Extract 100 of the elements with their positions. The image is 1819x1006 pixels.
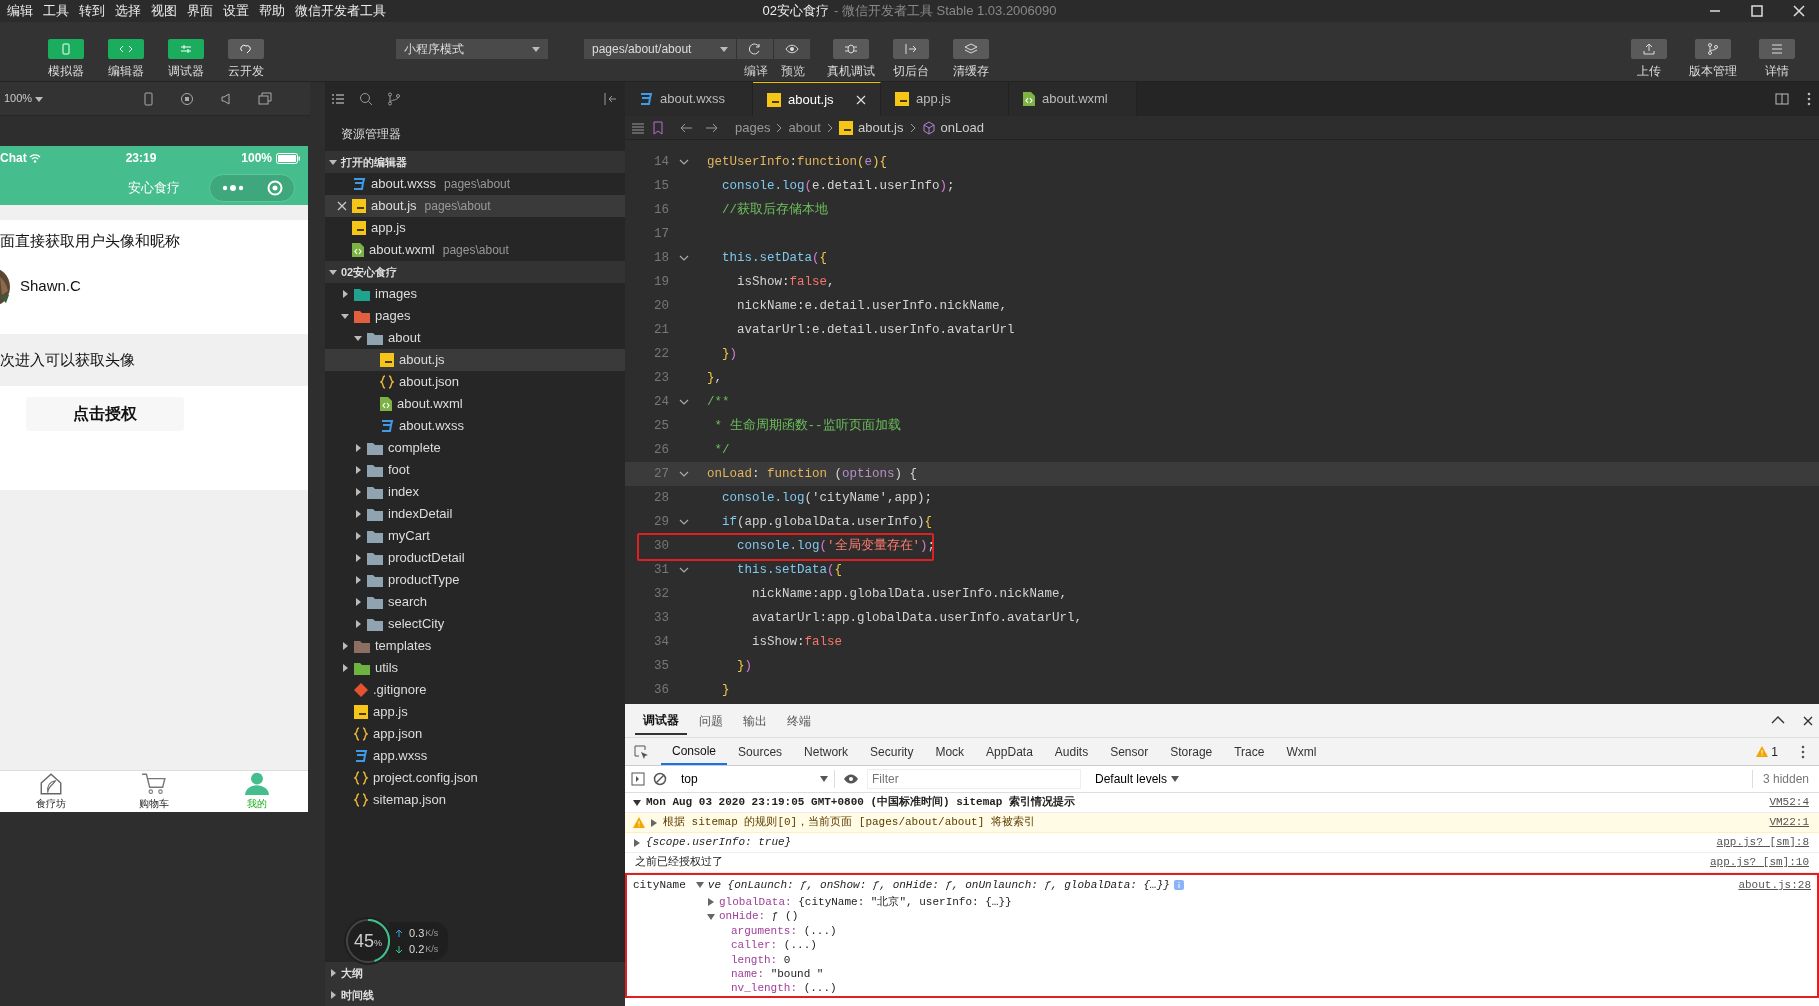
authorize-button[interactable]: 点击授权: [26, 397, 184, 431]
section-header[interactable]: 02安心食疗: [325, 261, 625, 283]
toolbar-button[interactable]: [228, 39, 264, 59]
expand-triangle-icon[interactable]: [650, 818, 658, 827]
panel-tab[interactable]: 调试器: [635, 706, 687, 735]
mode-dropdown[interactable]: 小程序模式: [396, 39, 548, 59]
more-icon[interactable]: [1801, 744, 1805, 759]
breadcrumb-item[interactable]: about.js: [838, 117, 904, 138]
file-tree-item[interactable]: about.wxml: [325, 393, 625, 415]
breadcrumb-item[interactable]: about: [788, 117, 821, 138]
file-tree-item[interactable]: project.config.json: [325, 767, 625, 789]
devtools-tab[interactable]: Sources: [727, 738, 794, 765]
file-tree-item[interactable]: myCart: [325, 525, 625, 547]
file-tree-item[interactable]: indexDetail: [325, 503, 625, 525]
expand-triangle-icon[interactable]: [633, 838, 641, 847]
toolbar-button[interactable]: [833, 39, 869, 59]
breadcrumb-item[interactable]: pages: [735, 117, 771, 138]
property-entry[interactable]: length: 0: [731, 951, 791, 968]
maximize-icon[interactable]: [1751, 5, 1763, 17]
file-tree-item[interactable]: productDetail: [325, 547, 625, 569]
sidebar-icon[interactable]: [631, 772, 645, 786]
more-icon[interactable]: [1807, 92, 1811, 106]
file-tree-item[interactable]: app.json: [325, 723, 625, 745]
devtools-tab[interactable]: Security: [859, 738, 925, 765]
devtools-tab[interactable]: Storage: [1159, 738, 1224, 765]
panel-tab[interactable]: 输出: [735, 707, 775, 734]
source-link[interactable]: VM22:1: [1769, 814, 1809, 831]
open-file-item[interactable]: app.js: [325, 217, 625, 239]
expand-triangle-icon[interactable]: [695, 881, 704, 889]
devtools-tab[interactable]: Sensor: [1099, 738, 1160, 765]
menu-item[interactable]: 设置: [218, 1, 254, 21]
panel-tab[interactable]: 终端: [779, 707, 819, 734]
menu-item[interactable]: 帮助: [254, 1, 290, 21]
property-entry[interactable]: onHide: ƒ (): [719, 908, 799, 925]
file-tree-item[interactable]: app.js: [325, 701, 625, 723]
branch-icon[interactable]: [387, 92, 401, 106]
inspect-icon[interactable]: [633, 743, 649, 760]
panel-tab[interactable]: 问题: [691, 707, 731, 734]
tab-bar-item[interactable]: 食疗坊: [0, 771, 103, 812]
menu-item[interactable]: 视图: [146, 1, 182, 21]
open-file-item[interactable]: about.wxml pages\about: [325, 239, 625, 261]
property-entry[interactable]: name: "bound ": [731, 965, 824, 983]
property-entry[interactable]: globalData: {cityName: "北京", userInfo: {…}}: [719, 893, 1012, 911]
file-tree-item[interactable]: about.json: [325, 371, 625, 393]
section-header[interactable]: 打开的编辑器: [325, 151, 625, 173]
collapse-icon[interactable]: [603, 92, 617, 106]
editor-tab[interactable]: about.js: [753, 82, 881, 116]
open-file-item[interactable]: about.wxss pages\about: [325, 173, 625, 195]
file-tree-item[interactable]: index: [325, 481, 625, 503]
menu-item[interactable]: 选择: [110, 1, 146, 21]
clear-icon[interactable]: [653, 772, 667, 786]
tab-bar-item[interactable]: 购物车: [102, 771, 206, 812]
source-link[interactable]: app.js? [sm]:8: [1716, 834, 1809, 851]
editor-tab[interactable]: app.js: [881, 82, 1009, 116]
file-tree-item[interactable]: .gitignore: [325, 679, 625, 701]
filter-field[interactable]: Filter: [867, 769, 1081, 789]
source-link[interactable]: app.js? [sm]:10: [1709, 854, 1809, 871]
icon-button[interactable]: [737, 39, 773, 59]
source-link[interactable]: about.js:28: [1738, 876, 1811, 894]
file-tree-item[interactable]: about.js: [325, 349, 625, 371]
devtools-tab[interactable]: Console: [661, 738, 728, 765]
toolbar-button[interactable]: [1759, 39, 1795, 59]
devtools-tab[interactable]: Wxml: [1275, 738, 1328, 765]
file-tree-item[interactable]: app.wxss: [325, 745, 625, 767]
toolbar-button[interactable]: [953, 39, 989, 59]
close-icon[interactable]: [1803, 715, 1813, 726]
chevron-up-icon[interactable]: [1771, 715, 1785, 724]
file-tree-item[interactable]: selectCity: [325, 613, 625, 635]
menu-item[interactable]: 转到: [74, 1, 110, 21]
devtools-tab[interactable]: Audits: [1043, 738, 1100, 765]
editor-tab[interactable]: about.wxml: [1009, 82, 1137, 116]
file-tree-item[interactable]: about.wxss: [325, 415, 625, 437]
devtools-tab[interactable]: Network: [793, 738, 860, 765]
expand-triangle-icon[interactable]: [707, 898, 715, 907]
file-tree-item[interactable]: productType: [325, 569, 625, 591]
editor-tab[interactable]: about.wxss: [625, 82, 753, 116]
file-tree-item[interactable]: images: [325, 283, 625, 305]
open-file-item[interactable]: about.js pages\about: [325, 195, 625, 217]
zoom-dropdown[interactable]: 100%: [4, 90, 44, 107]
section-header[interactable]: 大纲: [325, 962, 625, 984]
file-tree-item[interactable]: utils: [325, 657, 625, 679]
file-tree-item[interactable]: about: [325, 327, 625, 349]
file-tree-item[interactable]: search: [325, 591, 625, 613]
file-tree-item[interactable]: templates: [325, 635, 625, 657]
breadcrumb-item[interactable]: onLoad: [921, 117, 984, 138]
page-path-dropdown[interactable]: pages/about/about: [584, 39, 736, 59]
toolbar-button[interactable]: [1631, 39, 1667, 59]
expand-triangle-icon[interactable]: [633, 798, 641, 807]
phone-icon[interactable]: [141, 91, 156, 106]
split-icon[interactable]: [1775, 92, 1789, 106]
expand-triangle-icon[interactable]: [707, 912, 715, 921]
bookmark-icon[interactable]: [651, 120, 665, 135]
menu-item[interactable]: 工具: [38, 1, 74, 21]
file-tree-item[interactable]: foot: [325, 459, 625, 481]
search-icon[interactable]: [359, 92, 373, 106]
menu-item[interactable]: 界面: [182, 1, 218, 21]
devtools-tab[interactable]: Mock: [924, 738, 976, 765]
toolbar-button[interactable]: [1695, 39, 1731, 59]
list-icon[interactable]: [331, 92, 345, 106]
icon-button[interactable]: [774, 39, 810, 59]
